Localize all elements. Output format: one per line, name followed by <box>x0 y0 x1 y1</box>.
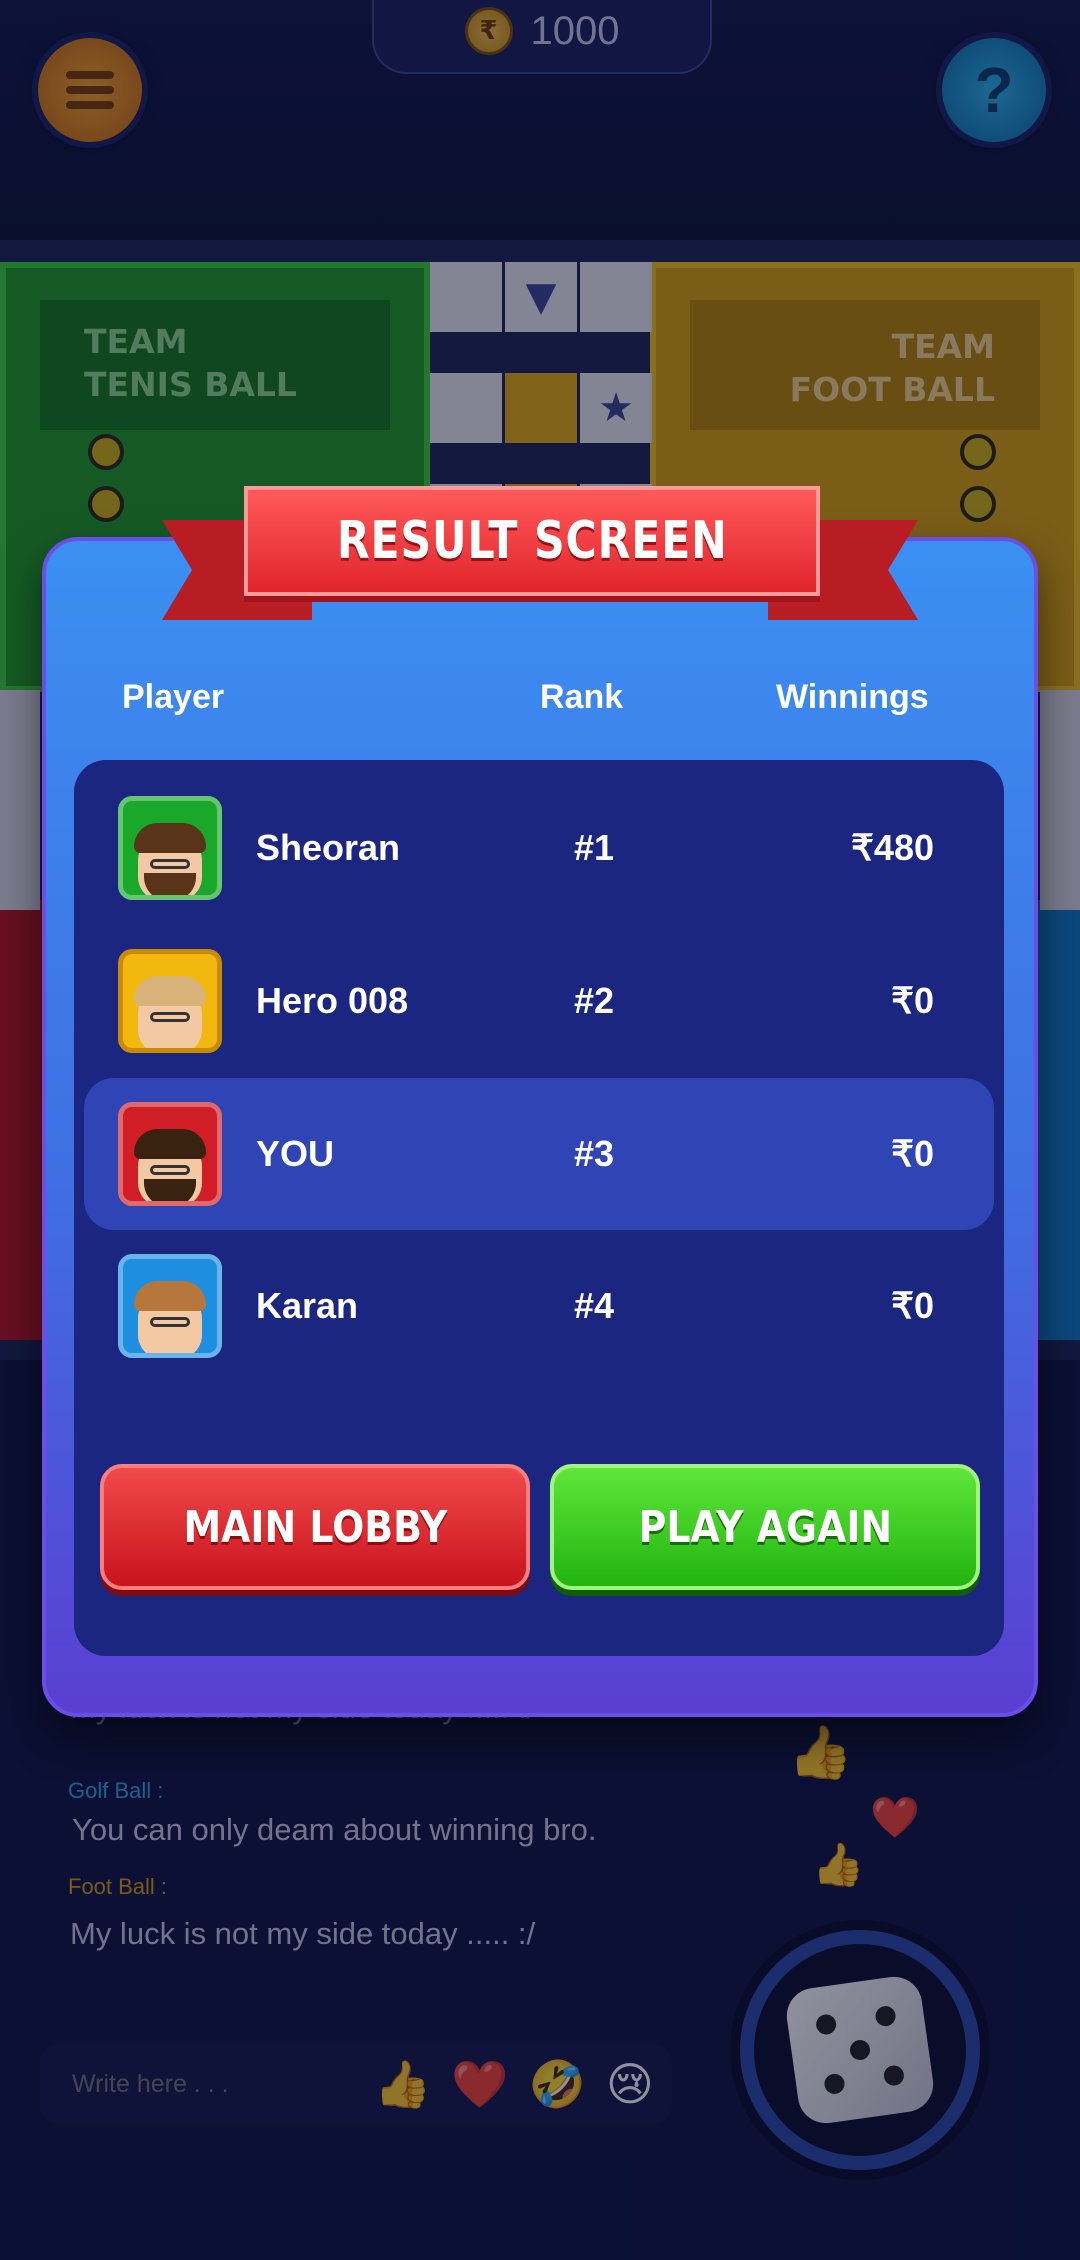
player-avatar <box>118 796 222 900</box>
header-winnings: Winnings <box>776 678 929 716</box>
player-rank: #2 <box>574 980 615 1021</box>
play-again-label: PLAY AGAIN <box>638 1501 892 1553</box>
result-row: Hero 008 #2 ₹0 <box>84 925 994 1077</box>
player-avatar <box>118 1254 222 1358</box>
player-avatar <box>118 949 222 1053</box>
player-rank: #4 <box>574 1285 615 1326</box>
player-rank: #3 <box>574 1133 615 1174</box>
result-title: RESULT SCREEN <box>336 511 728 571</box>
player-avatar <box>118 1102 222 1206</box>
result-row: YOU #3 ₹0 <box>84 1078 994 1230</box>
player-winnings: ₹0 <box>891 1133 934 1174</box>
header-rank: Rank <box>540 678 624 716</box>
main-lobby-button[interactable]: MAIN LOBBY <box>100 1464 530 1590</box>
result-row: Karan #4 ₹0 <box>84 1230 994 1382</box>
player-winnings: ₹0 <box>891 980 934 1021</box>
player-name: YOU <box>256 1133 335 1174</box>
play-again-button[interactable]: PLAY AGAIN <box>550 1464 980 1590</box>
player-name: Karan <box>256 1285 359 1326</box>
result-row: Sheoran #1 ₹480 <box>84 772 994 924</box>
main-lobby-label: MAIN LOBBY <box>183 1501 447 1553</box>
player-rank: #1 <box>574 827 615 868</box>
player-name: Hero 008 <box>256 980 409 1021</box>
player-name: Sheoran <box>256 827 401 868</box>
header-player: Player <box>122 678 225 716</box>
result-title-ribbon: RESULT SCREEN <box>244 486 820 596</box>
player-winnings: ₹0 <box>891 1285 934 1326</box>
player-winnings: ₹480 <box>851 827 934 868</box>
